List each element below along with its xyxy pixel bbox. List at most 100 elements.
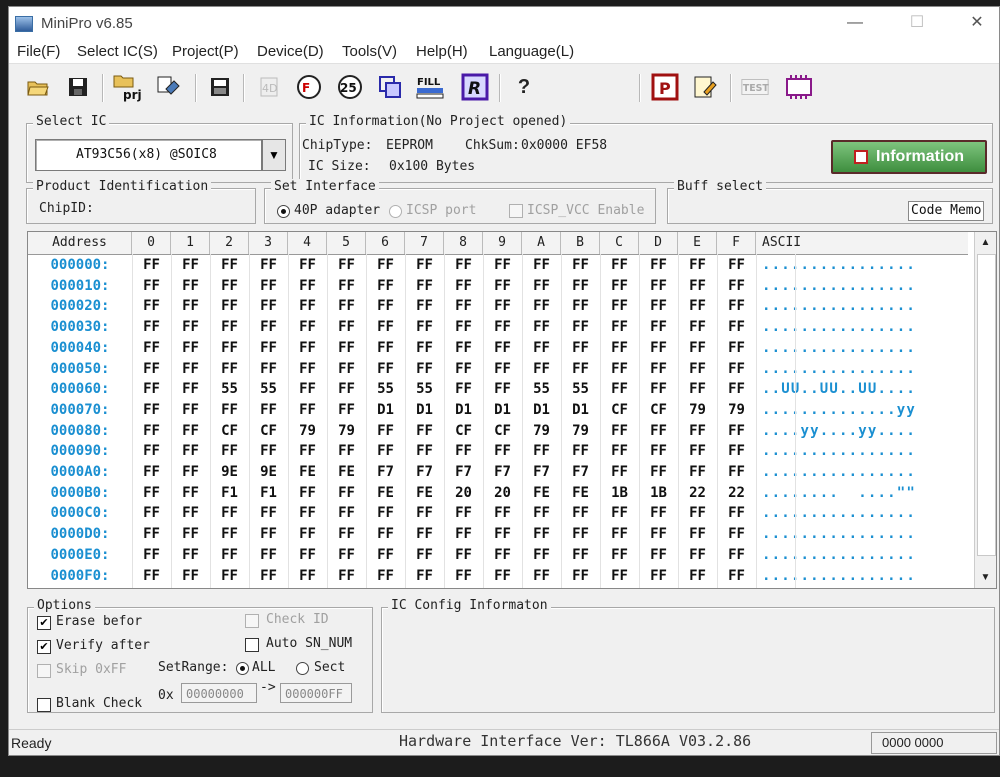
byte-cell[interactable]: FF xyxy=(444,441,483,462)
byte-cell[interactable]: FF xyxy=(678,296,717,317)
byte-cell[interactable]: FF xyxy=(171,462,210,483)
byte-cell[interactable]: FF xyxy=(600,255,639,276)
byte-cell[interactable]: FF xyxy=(405,255,444,276)
byte-cell[interactable]: FF xyxy=(288,545,327,566)
byte-cell[interactable]: FF xyxy=(210,545,249,566)
byte-cell[interactable]: F7 xyxy=(444,462,483,483)
menu-device[interactable]: Device(D) xyxy=(257,43,324,60)
range-all-radio[interactable] xyxy=(236,662,249,675)
byte-cell[interactable]: FF xyxy=(171,317,210,338)
byte-cell[interactable]: 55 xyxy=(405,379,444,400)
byte-cell[interactable]: FF xyxy=(405,421,444,442)
byte-cell[interactable]: FF xyxy=(171,359,210,380)
byte-cell[interactable]: FF xyxy=(678,276,717,297)
menu-select-ic[interactable]: Select IC(S) xyxy=(77,43,158,60)
byte-cell[interactable]: FF xyxy=(600,296,639,317)
byte-cell[interactable]: FF xyxy=(639,276,678,297)
menu-help[interactable]: Help(H) xyxy=(416,43,468,60)
byte-cell[interactable]: FF xyxy=(366,338,405,359)
byte-cell[interactable]: FF xyxy=(717,545,756,566)
byte-cell[interactable]: FF xyxy=(483,359,522,380)
read-id-icon[interactable]: R xyxy=(460,72,490,102)
byte-cell[interactable]: FF xyxy=(366,255,405,276)
byte-cell[interactable]: D1 xyxy=(444,400,483,421)
byte-cell[interactable]: FF xyxy=(327,545,366,566)
byte-cell[interactable]: FF xyxy=(210,359,249,380)
byte-cell[interactable]: 20 xyxy=(483,483,522,504)
program-icon[interactable] xyxy=(375,72,405,102)
chip-icon[interactable] xyxy=(784,72,814,102)
byte-cell[interactable]: FF xyxy=(249,503,288,524)
byte-cell[interactable]: FF xyxy=(288,441,327,462)
byte-cell[interactable]: FF xyxy=(561,503,600,524)
byte-cell[interactable]: FF xyxy=(561,359,600,380)
byte-cell[interactable]: FF xyxy=(327,379,366,400)
range-to-input[interactable]: 000000FF xyxy=(280,683,352,703)
byte-cell[interactable]: FF xyxy=(444,359,483,380)
byte-cell[interactable]: 1B xyxy=(639,483,678,504)
byte-cell[interactable]: FF xyxy=(210,296,249,317)
byte-cell[interactable]: FF xyxy=(327,296,366,317)
byte-cell[interactable]: FF xyxy=(522,338,561,359)
adapter-radio[interactable] xyxy=(277,205,290,218)
byte-cell[interactable]: FF xyxy=(132,255,171,276)
byte-cell[interactable]: FF xyxy=(405,317,444,338)
byte-cell[interactable]: FF xyxy=(600,276,639,297)
byte-cell[interactable]: FF xyxy=(444,338,483,359)
code-memo-select[interactable]: Code Memo xyxy=(908,201,984,221)
byte-cell[interactable]: FF xyxy=(600,359,639,380)
byte-cell[interactable]: FF xyxy=(327,524,366,545)
vertical-scrollbar[interactable]: ▲ ▼ xyxy=(974,232,996,588)
byte-cell[interactable]: FF xyxy=(717,359,756,380)
byte-cell[interactable]: FF xyxy=(288,483,327,504)
byte-cell[interactable]: FF xyxy=(678,421,717,442)
byte-cell[interactable]: FF xyxy=(366,276,405,297)
byte-cell[interactable]: FF xyxy=(288,566,327,587)
byte-cell[interactable]: FE xyxy=(522,483,561,504)
byte-cell[interactable]: FF xyxy=(132,441,171,462)
byte-cell[interactable]: FF xyxy=(366,359,405,380)
icsp-vcc-checkbox[interactable] xyxy=(509,204,523,218)
byte-cell[interactable]: F7 xyxy=(561,462,600,483)
byte-cell[interactable]: F7 xyxy=(522,462,561,483)
byte-cell[interactable]: FF xyxy=(132,503,171,524)
byte-cell[interactable]: FF xyxy=(132,545,171,566)
byte-cell[interactable]: 1B xyxy=(600,483,639,504)
byte-cell[interactable]: FF xyxy=(132,400,171,421)
byte-cell[interactable]: FF xyxy=(639,421,678,442)
byte-cell[interactable]: FF xyxy=(171,483,210,504)
byte-cell[interactable]: FF xyxy=(249,545,288,566)
byte-cell[interactable]: FF xyxy=(678,359,717,380)
byte-cell[interactable]: FF xyxy=(288,338,327,359)
byte-cell[interactable]: FF xyxy=(171,566,210,587)
byte-cell[interactable]: FE xyxy=(327,462,366,483)
byte-cell[interactable]: D1 xyxy=(366,400,405,421)
blank-check-checkbox[interactable] xyxy=(37,698,51,712)
byte-cell[interactable]: FF xyxy=(288,524,327,545)
byte-cell[interactable]: 79 xyxy=(717,400,756,421)
byte-cell[interactable]: FF xyxy=(288,296,327,317)
byte-cell[interactable]: FE xyxy=(561,483,600,504)
save-chip-icon[interactable] xyxy=(205,72,235,102)
byte-cell[interactable]: FF xyxy=(561,524,600,545)
byte-cell[interactable]: FF xyxy=(717,462,756,483)
byte-cell[interactable]: FF xyxy=(483,276,522,297)
byte-cell[interactable]: FF xyxy=(678,503,717,524)
byte-cell[interactable]: FF xyxy=(717,338,756,359)
byte-cell[interactable]: D1 xyxy=(561,400,600,421)
byte-cell[interactable]: FF xyxy=(210,566,249,587)
byte-cell[interactable]: FF xyxy=(405,359,444,380)
byte-cell[interactable]: FF xyxy=(483,566,522,587)
byte-cell[interactable]: FE xyxy=(405,483,444,504)
byte-cell[interactable]: 79 xyxy=(288,421,327,442)
maximize-button[interactable]: ☐ xyxy=(897,11,937,35)
byte-cell[interactable]: FF xyxy=(483,296,522,317)
byte-cell[interactable]: FF xyxy=(249,400,288,421)
byte-cell[interactable]: FF xyxy=(600,317,639,338)
byte-cell[interactable]: FF xyxy=(444,503,483,524)
byte-cell[interactable]: D1 xyxy=(405,400,444,421)
check-id-checkbox[interactable] xyxy=(245,614,259,628)
byte-cell[interactable]: FF xyxy=(132,379,171,400)
byte-cell[interactable]: FF xyxy=(522,359,561,380)
byte-cell[interactable]: F1 xyxy=(210,483,249,504)
